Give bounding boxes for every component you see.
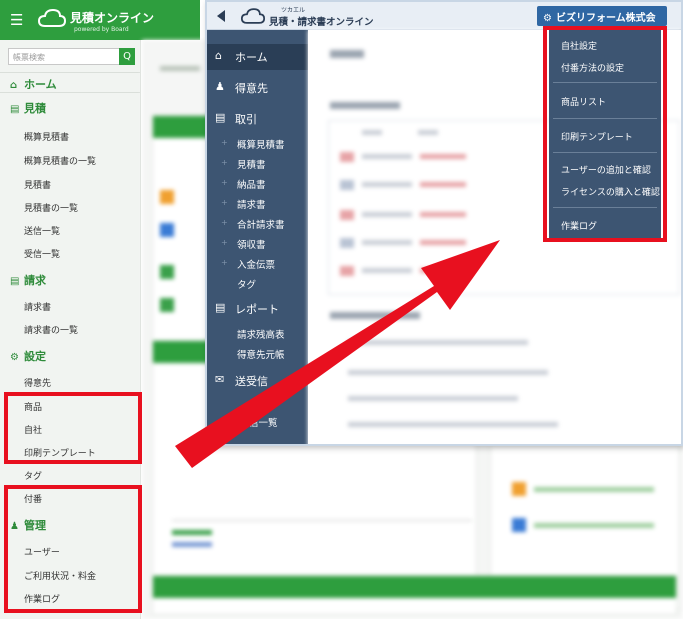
blurred-text xyxy=(362,268,412,273)
document-icon: ▤ xyxy=(10,104,20,115)
old-sidebar-item[interactable]: 概算見積書の一覧 xyxy=(24,154,96,167)
blurred-icon xyxy=(340,266,354,276)
blurred-text xyxy=(420,268,466,273)
blurred-icon xyxy=(160,298,174,312)
blurred-text xyxy=(330,102,400,109)
nav-sub-item[interactable]: 入金伝票 xyxy=(237,257,275,271)
nav-home[interactable]: ⌂ ホーム xyxy=(207,44,308,70)
nav-sub-item[interactable]: 領収書 xyxy=(237,237,266,251)
nav-sub-item[interactable]: 見積書 xyxy=(237,157,266,171)
blurred-text xyxy=(420,182,466,187)
blurred-text xyxy=(420,154,466,159)
old-sidebar-item[interactable]: 送信一覧 xyxy=(24,224,60,237)
new-sidebar: ⌂ ホーム ♟ 得意先 ▤ 取引 + 概算見積書 + 見積書 + 納品書 + 請求書 + 合計請… xyxy=(207,30,308,444)
gear-icon: ⚙ xyxy=(10,352,19,363)
blurred-card xyxy=(152,575,677,615)
blurred-icon xyxy=(340,238,354,248)
nav-customers[interactable]: ♟ 得意先 xyxy=(207,75,308,101)
blurred-text xyxy=(348,370,548,375)
blurred-text xyxy=(348,340,528,345)
old-sidebar-item[interactable]: 概算見積書 xyxy=(24,130,69,143)
blurred-text xyxy=(362,130,382,135)
old-app-subtitle: powered by Board xyxy=(74,26,129,33)
highlight-frame-admin xyxy=(4,485,142,613)
document-icon: ▤ xyxy=(215,111,226,124)
blurred-text xyxy=(420,212,466,217)
old-app-header: ☰ 見積オンライン powered by Board xyxy=(0,0,200,40)
blurred-text xyxy=(362,154,412,159)
blurred-text xyxy=(362,182,412,187)
blurred-text xyxy=(534,487,654,492)
highlight-frame-settings xyxy=(4,392,142,464)
nav-sub-item[interactable]: 合計請求書 xyxy=(237,217,285,231)
old-sidebar-item[interactable]: 請求書 xyxy=(24,300,51,313)
old-search-input[interactable]: 帳票検索 xyxy=(8,48,120,65)
blurred-text xyxy=(330,50,364,58)
blurred-icon xyxy=(160,223,174,237)
blurred-icon xyxy=(340,210,354,220)
new-brand-small: ツカエル xyxy=(281,7,306,14)
blurred-icon xyxy=(340,152,354,162)
cloud-logo-icon xyxy=(241,8,265,24)
home-icon: ⌂ xyxy=(215,49,222,62)
blurred-text xyxy=(348,422,558,427)
old-section-invoice: ▤ 請求 xyxy=(10,274,46,287)
old-section-quote: ▤ 見積 xyxy=(10,102,46,115)
nav-sub-item[interactable]: 請求書 xyxy=(237,197,266,211)
blurred-legend xyxy=(172,530,212,535)
old-sidebar-item[interactable]: 見積書の一覧 xyxy=(24,201,78,214)
blurred-icon xyxy=(160,265,174,279)
old-sidebar-item-tag[interactable]: タグ xyxy=(24,469,42,482)
hamburger-menu-icon[interactable]: ☰ xyxy=(10,11,23,29)
old-sidebar-item[interactable]: 請求書の一覧 xyxy=(24,323,78,336)
cloud-logo-icon xyxy=(38,8,66,27)
old-sidebar-item[interactable]: 見積書 xyxy=(24,178,51,191)
user-icon: ♟ xyxy=(215,80,225,93)
home-icon: ⌂ xyxy=(10,80,18,91)
new-brand-title: 見積・請求書オンライン xyxy=(269,17,374,28)
blurred-icon xyxy=(160,190,174,204)
nav-sub-item[interactable]: 概算見積書 xyxy=(237,137,285,151)
document-icon: ▤ xyxy=(215,301,226,314)
old-sidebar-home[interactable]: ⌂ ホーム xyxy=(10,76,57,92)
nav-sub-item[interactable]: 得意先元帳 xyxy=(237,347,285,361)
blurred-icon xyxy=(340,180,354,190)
old-section-settings: ⚙ 設定 xyxy=(10,350,46,363)
old-app-title: 見積オンライン xyxy=(70,11,155,25)
blurred-text xyxy=(534,523,654,528)
gear-icon: ⚙ xyxy=(543,13,552,24)
blurred-text xyxy=(348,396,518,401)
blurred-icon xyxy=(512,518,526,532)
divider xyxy=(0,72,141,73)
nav-reports[interactable]: ▤ レポート xyxy=(207,296,308,322)
nav-sub-item[interactable]: 請求残高表 xyxy=(237,327,285,341)
blurred-text xyxy=(330,312,420,319)
nav-sub-item-partial[interactable]: 信一覧 xyxy=(249,415,278,429)
old-sidebar-item[interactable]: 受信一覧 xyxy=(24,247,60,260)
highlight-frame-dropdown xyxy=(543,26,667,242)
blurred-text xyxy=(362,240,412,245)
nav-sub-item[interactable]: 納品書 xyxy=(237,177,266,191)
blurred-text xyxy=(418,130,438,135)
nav-transactions[interactable]: ▤ 取引 xyxy=(207,106,308,132)
document-icon: ▤ xyxy=(10,276,20,287)
envelope-icon: ✉ xyxy=(215,373,225,386)
blurred-axis xyxy=(172,520,472,521)
company-menu-button[interactable]: ⚙ビズリフォーム株式会社 xyxy=(537,6,667,39)
old-search-button[interactable]: Q xyxy=(119,48,135,65)
nav-sub-item-tag[interactable]: タグ xyxy=(237,277,256,291)
blurred-icon xyxy=(512,482,526,496)
old-sidebar-item-customers[interactable]: 得意先 xyxy=(24,376,51,389)
back-arrow-icon[interactable] xyxy=(217,10,225,22)
divider xyxy=(0,92,141,93)
blurred-text xyxy=(362,212,412,217)
blurred-text xyxy=(160,66,200,71)
blurred-text xyxy=(420,240,466,245)
nav-send-receive[interactable]: ✉ 送受信 xyxy=(207,368,308,394)
blurred-legend xyxy=(172,542,212,547)
